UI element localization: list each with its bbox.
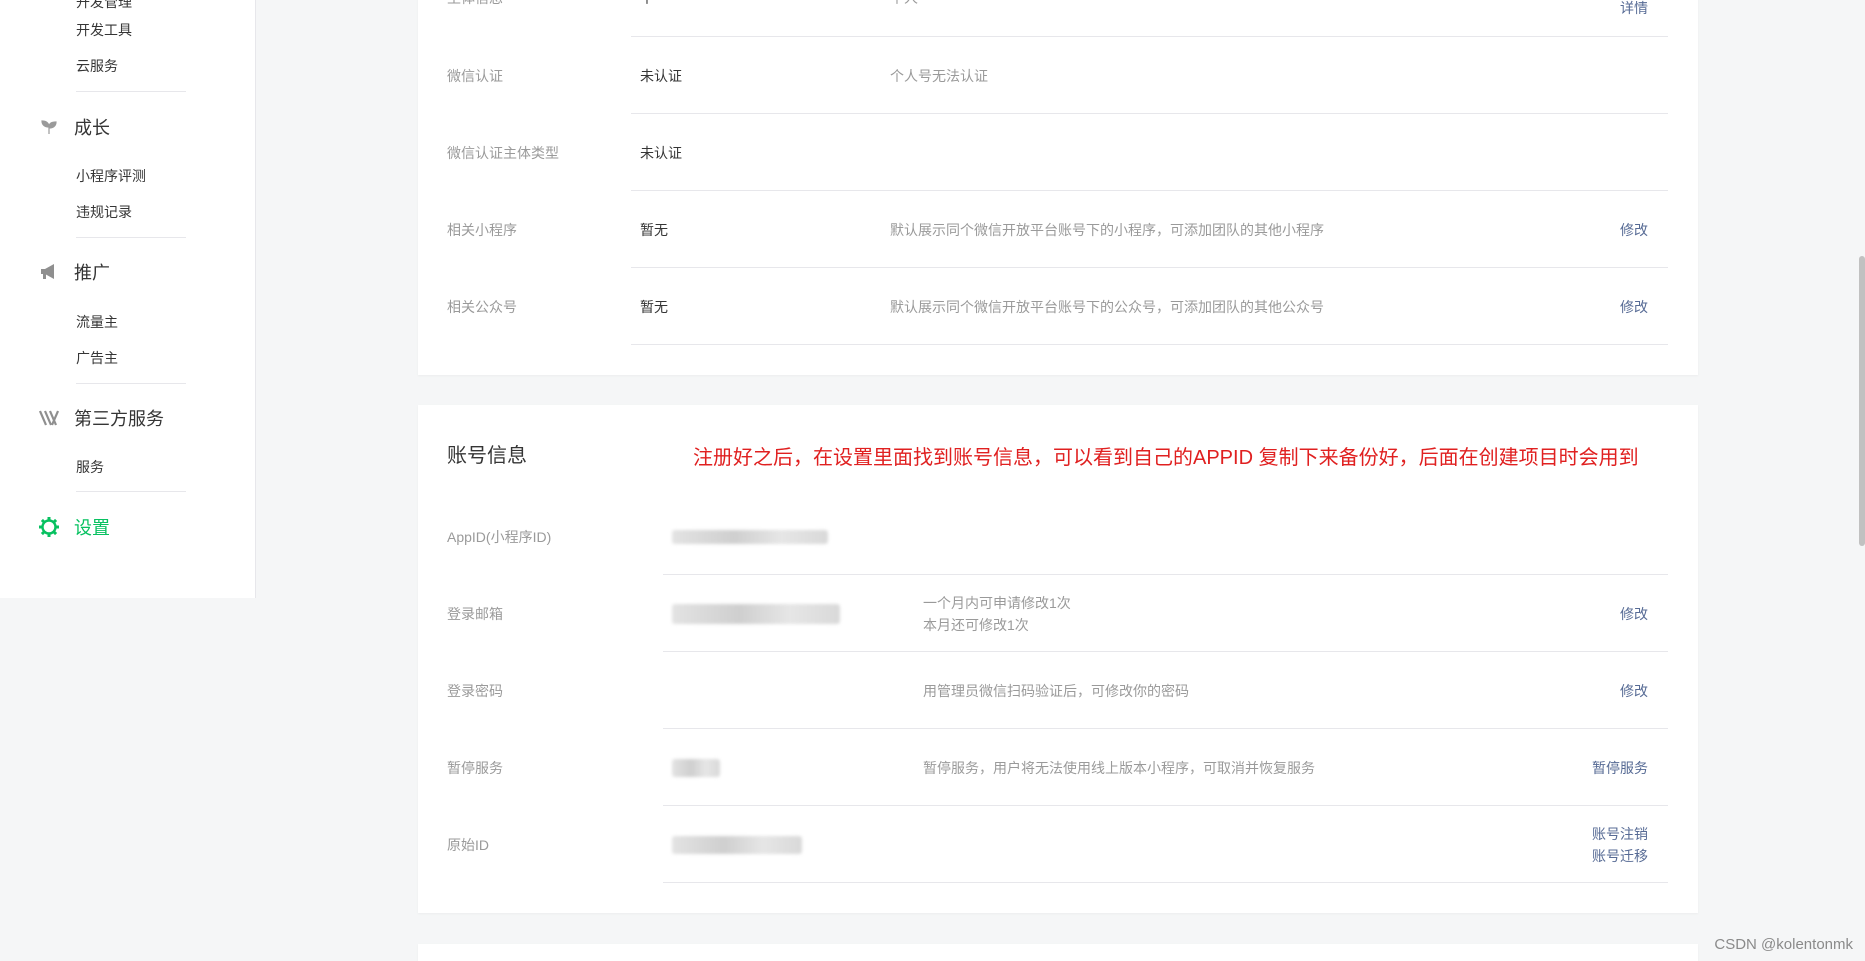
sidebar-item-traffic[interactable]: 流量主 xyxy=(76,312,118,332)
account-row-email: 登录邮箱 一个月内可申请修改1次 本月还可修改1次 修改 xyxy=(418,575,1698,652)
account-row-pause: 暂停服务 暂停服务，用户将无法使用线上版本小程序，可取消并恢复服务 暂停服务 xyxy=(418,729,1698,806)
account-row-appid: AppID(小程序ID) xyxy=(418,498,1698,575)
row-value: 暂无 xyxy=(640,298,668,315)
row-actions: 账号注销 账号迁移 xyxy=(1592,823,1648,867)
megaphone-icon xyxy=(38,261,60,283)
info-row-related-miniprogram: 相关小程序 暂无 默认展示同个微信开放平台账号下的小程序，可添加团队的其他小程序… xyxy=(418,191,1698,268)
account-row-password: 登录密码 用管理员微信扫码验证后，可修改你的密码 修改 xyxy=(418,652,1698,729)
row-label: AppID(小程序ID) xyxy=(447,528,552,545)
blurred-status xyxy=(672,758,720,777)
sidebar-item-service[interactable]: 服务 xyxy=(76,457,104,477)
sidebar-item-label: 设置 xyxy=(74,518,110,538)
sidebar: 开发管理 开发工具 云服务 成长 小程序评测 违规记录 推广 流量主 广告主 第… xyxy=(0,0,256,598)
third-party-icon xyxy=(38,407,60,429)
sidebar-item-dev-manage[interactable]: 开发管理 xyxy=(76,0,132,12)
row-value: 未认证 xyxy=(640,67,682,84)
row-divider xyxy=(663,882,1668,883)
row-value: 个 xyxy=(640,0,654,8)
next-card xyxy=(418,944,1698,961)
sidebar-group-growth[interactable]: 成长 xyxy=(38,114,110,140)
pause-service-link[interactable]: 暂停服务 xyxy=(1592,757,1648,779)
account-migrate-link[interactable]: 账号迁移 xyxy=(1592,845,1648,867)
sidebar-item-cloud[interactable]: 云服务 xyxy=(76,56,118,76)
row-divider xyxy=(631,344,1668,345)
sidebar-item-settings[interactable]: 设置 xyxy=(38,514,110,540)
row-value: 暂无 xyxy=(640,221,668,238)
sidebar-divider xyxy=(76,91,186,92)
row-label: 登录密码 xyxy=(447,682,503,699)
annotation-text: 注册好之后，在设置里面找到账号信息，可以看到自己的APPID 复制下来备份好，后… xyxy=(693,447,1639,469)
row-desc: 个人号无法认证 xyxy=(890,67,988,84)
account-cancel-link[interactable]: 账号注销 xyxy=(1592,823,1648,845)
sidebar-divider xyxy=(76,491,186,492)
row-desc: 默认展示同个微信开放平台账号下的公众号，可添加团队的其他公众号 xyxy=(890,298,1324,315)
sprout-icon xyxy=(38,116,60,138)
sidebar-item-violation[interactable]: 违规记录 xyxy=(76,202,132,222)
row-value: 未认证 xyxy=(640,144,682,161)
account-row-original-id: 原始ID 账号注销 账号迁移 xyxy=(418,806,1698,883)
sidebar-group-label: 成长 xyxy=(74,118,110,138)
gear-icon xyxy=(38,516,60,538)
modify-link[interactable]: 修改 xyxy=(1620,219,1648,241)
row-label: 微信认证 xyxy=(447,67,503,84)
row-desc-line: 本月还可修改1次 xyxy=(923,616,1029,633)
scrollbar-thumb[interactable] xyxy=(1859,256,1865,546)
row-label: 主体信息 xyxy=(447,0,503,8)
row-label: 登录邮箱 xyxy=(447,605,503,622)
modify-link[interactable]: 修改 xyxy=(1620,603,1648,625)
info-row-cert-type: 微信认证主体类型 未认证 xyxy=(418,114,1698,191)
account-info-card: 账号信息 注册好之后，在设置里面找到账号信息，可以看到自己的APPID 复制下来… xyxy=(418,405,1698,913)
section-title: 账号信息 xyxy=(447,445,527,467)
sidebar-item-dev-tools[interactable]: 开发工具 xyxy=(76,20,132,40)
row-label: 微信认证主体类型 xyxy=(447,144,559,161)
sidebar-item-review[interactable]: 小程序评测 xyxy=(76,166,146,186)
row-label: 暂停服务 xyxy=(447,759,503,776)
modify-link[interactable]: 修改 xyxy=(1620,680,1648,702)
row-desc: 个人 xyxy=(890,0,918,9)
info-row-wechat-cert: 微信认证 未认证 个人号无法认证 xyxy=(418,37,1698,114)
sidebar-group-third[interactable]: 第三方服务 xyxy=(38,405,164,431)
modify-link[interactable]: 修改 xyxy=(1620,296,1648,318)
sidebar-group-promo[interactable]: 推广 xyxy=(38,259,110,285)
scrollbar[interactable] xyxy=(1859,0,1865,961)
row-label: 相关小程序 xyxy=(447,221,517,238)
info-row-subject: 主体信息 个 个人 详情 xyxy=(418,0,1698,37)
blurred-appid xyxy=(672,529,828,544)
sidebar-group-label: 第三方服务 xyxy=(74,409,164,429)
row-desc: 暂停服务，用户将无法使用线上版本小程序，可取消并恢复服务 xyxy=(923,759,1315,776)
watermark: CSDN @kolentonmk xyxy=(1714,936,1853,953)
row-desc: 一个月内可申请修改1次 本月还可修改1次 xyxy=(923,592,1071,636)
basic-info-card: 主体信息 个 个人 详情 微信认证 未认证 个人号无法认证 微信认证主体类型 未… xyxy=(418,0,1698,375)
sidebar-divider xyxy=(76,383,186,384)
row-desc: 默认展示同个微信开放平台账号下的小程序，可添加团队的其他小程序 xyxy=(890,221,1324,238)
blurred-email xyxy=(672,603,840,624)
sidebar-group-label: 推广 xyxy=(74,263,110,283)
row-label: 相关公众号 xyxy=(447,298,517,315)
info-row-related-official: 相关公众号 暂无 默认展示同个微信开放平台账号下的公众号，可添加团队的其他公众号… xyxy=(418,268,1698,345)
row-desc-line: 一个月内可申请修改1次 xyxy=(923,594,1071,611)
details-link[interactable]: 详情 xyxy=(1620,0,1648,19)
sidebar-item-advertiser[interactable]: 广告主 xyxy=(76,348,118,368)
blurred-original-id xyxy=(672,835,802,854)
row-desc: 用管理员微信扫码验证后，可修改你的密码 xyxy=(923,682,1189,699)
row-label: 原始ID xyxy=(447,836,489,853)
sidebar-divider xyxy=(76,237,186,238)
